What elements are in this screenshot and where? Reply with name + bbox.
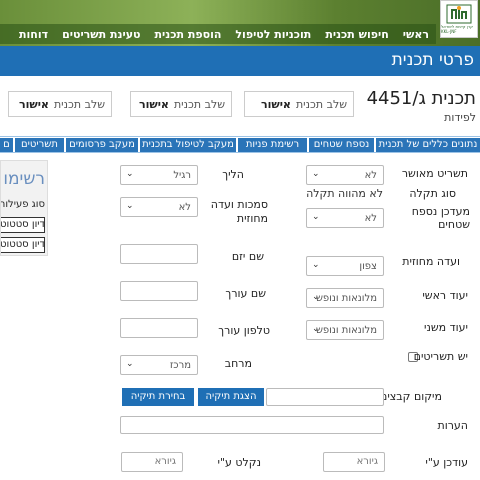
files-location-label: מיקום קבצים [380, 390, 442, 403]
secondary-use-value: מלונאות ונופש [315, 324, 377, 336]
authority-label: סמכות ועדה מחוזית [210, 198, 268, 225]
main-nav: ראשי חיפוש תכנית תוכניות לטיפול הוספת תכ… [0, 24, 436, 44]
activity-side-panel: רשימו סוג פעילות דיון סטטוט דיון סטטוט [0, 160, 48, 256]
tab-publication-tracking[interactable]: מעקב פרסומים [66, 138, 138, 152]
tab-requests-list[interactable]: רשימת פניות [238, 138, 307, 152]
page-title-bar: פרטי תכנית [0, 46, 480, 76]
choose-folder-button[interactable]: בחירת תיקיה [122, 388, 194, 406]
region-label: מרחב [224, 357, 252, 370]
stage-label: שלב תכנית [173, 97, 225, 111]
approval-type-value: לא מהווה תקלה [306, 187, 383, 200]
initiator-label: שם יזם [231, 250, 264, 263]
updated-by-input[interactable]: גיורא [323, 452, 385, 472]
route-select[interactable]: רגיל ⌄ [120, 165, 198, 185]
editor-name-input[interactable] [120, 281, 198, 301]
notes-input[interactable] [120, 416, 384, 434]
approval-type-label: סוג תקלה [409, 187, 456, 200]
page-title: פרטי תכנית [391, 50, 474, 70]
tab-drawings[interactable]: תשריטים [15, 138, 64, 152]
plan-number: תכנית ג/4451 [366, 88, 476, 109]
nav-home[interactable]: ראשי [396, 28, 436, 41]
nav-load-drawings[interactable]: טעינת תשריטים [55, 28, 147, 41]
secondary-use-select[interactable]: מלונאות ונופש ⌄ [306, 320, 384, 340]
editor-phone-label: טלפון עורך [218, 324, 270, 337]
activity-type-label: סוג פעילות [0, 199, 45, 210]
authority-select[interactable]: לא ⌄ [120, 197, 198, 217]
district-committee-value: צפון [359, 260, 377, 272]
side-panel-title: רשימו [3, 169, 45, 189]
approved-plan-value: לא [364, 169, 377, 181]
taken-by-label: נקלט ע"י [217, 456, 262, 469]
show-folder-button[interactable]: הצגת תיקיה [198, 388, 264, 406]
nav-add-plan[interactable]: הוספת תכנית [148, 28, 229, 41]
stage-box: שלב תכנית אישור [244, 91, 354, 117]
notes-label: הערות [437, 419, 468, 432]
top-banner: קרן קיימת לישראל KKL-JNF ראשי חיפוש תכני… [0, 0, 480, 46]
statutory-discussion-button[interactable]: דיון סטטוט [1, 217, 45, 233]
chevron-down-icon: ⌄ [312, 324, 320, 334]
district-committee-select[interactable]: צפון ⌄ [306, 256, 384, 276]
updated-by-label: עודכן ע"י [425, 456, 468, 469]
chevron-down-icon: ⌄ [312, 169, 320, 179]
editor-name-label: שם עורך [225, 287, 266, 300]
stage-value: אישור [138, 97, 169, 111]
tab-general-data[interactable]: נתונים כללים של תכנית [376, 138, 480, 152]
nav-plans-to-handle[interactable]: תוכניות לטיפול [228, 28, 318, 41]
chevron-down-icon: ⌄ [312, 212, 320, 222]
approved-plan-label: תשריט מאושר [401, 167, 468, 180]
plan-tabs: נתונים כללים של תכנית נספח שטחים רשימת פ… [0, 136, 480, 153]
region-value: מרכז [169, 359, 191, 371]
main-use-label: יעוד ראשי [422, 289, 468, 302]
stage-label: שלב תכנית [295, 97, 347, 111]
tab-plan-tracking[interactable]: מעקב לטיפול בתכנית [140, 138, 236, 152]
chevron-down-icon: ⌄ [126, 169, 134, 179]
chevron-down-icon: ⌄ [126, 359, 134, 369]
stage-box: שלב תכנית אישור [8, 91, 112, 117]
main-use-select[interactable]: מלונאות ונופש ⌄ [306, 288, 384, 308]
route-label: הליך [222, 168, 244, 181]
stage-value: אישור [260, 97, 291, 111]
files-location-input[interactable] [266, 388, 384, 406]
stage-label: שלב תכנית [53, 97, 105, 111]
nav-search-plan[interactable]: חיפוש תכנית [318, 28, 395, 41]
taken-by-input[interactable]: גיורא [121, 452, 183, 472]
chevron-down-icon: ⌄ [126, 201, 134, 211]
editor-phone-input[interactable] [120, 318, 198, 338]
tab-overflow[interactable]: ם [0, 138, 13, 152]
route-value: רגיל [173, 169, 191, 181]
main-use-value: מלונאות ונופש [315, 292, 377, 304]
plan-location: לפידות [444, 111, 476, 124]
logo-text: קרן קיימת לישראל KKL-JNF [441, 24, 473, 34]
chevron-down-icon: ⌄ [312, 260, 320, 270]
kkl-logo[interactable]: קרן קיימת לישראל KKL-JNF [440, 0, 478, 38]
stage-value: אישור [18, 97, 49, 111]
region-select[interactable]: מרכז ⌄ [120, 355, 198, 375]
approved-plan-select[interactable]: לא ⌄ [306, 165, 384, 185]
statutory-discussion-button[interactable]: דיון סטטוט [1, 237, 45, 253]
has-drawings-label: יש תשריטים [413, 350, 468, 363]
kkl-logo-icon [446, 4, 472, 24]
authority-value: לא [178, 201, 191, 213]
updated-annex-value: לא [364, 212, 377, 224]
nav-reports[interactable]: דוחות [12, 28, 55, 41]
secondary-use-label: יעוד משני [424, 321, 468, 334]
updated-annex-label: מעדכן נספח שטחים [411, 205, 470, 231]
updated-annex-select[interactable]: לא ⌄ [306, 208, 384, 228]
district-committee-label: ועדה מחוזית [402, 255, 460, 268]
initiator-input[interactable] [120, 244, 198, 264]
stage-box: שלב תכנית אישור [130, 91, 232, 117]
tab-area-annex[interactable]: נספח שטחים [309, 138, 374, 152]
chevron-down-icon: ⌄ [312, 292, 320, 302]
